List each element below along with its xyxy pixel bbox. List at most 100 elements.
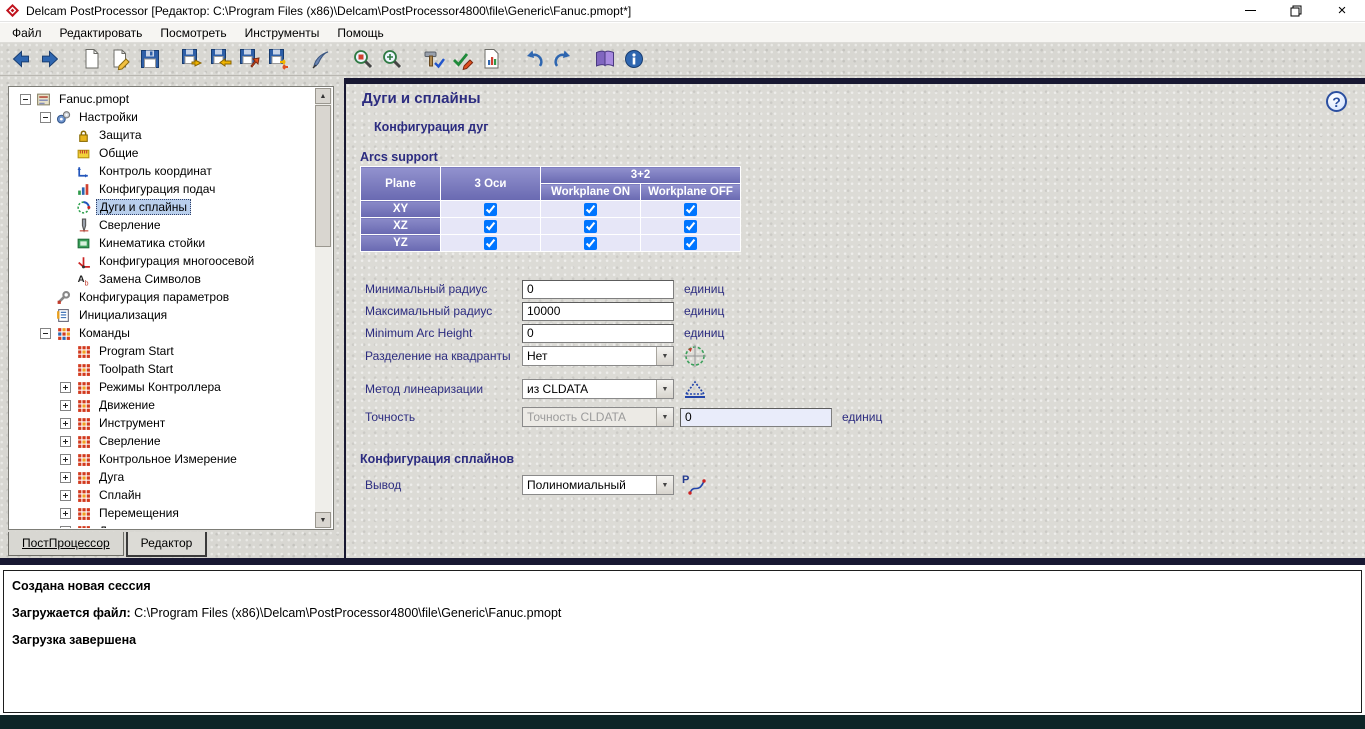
menu-item[interactable]: Помощь (328, 24, 392, 42)
plus-expander[interactable] (60, 525, 71, 528)
tree-item[interactable]: Замена Символов (10, 270, 315, 288)
tools-apply-button[interactable] (419, 46, 448, 73)
minus-expander[interactable] (40, 111, 51, 123)
min-radius-row: Минимальный радиус единиц (365, 279, 724, 299)
tree-item[interactable]: Защита (10, 126, 315, 144)
import-file-button[interactable] (206, 46, 235, 73)
undo-button[interactable] (519, 46, 548, 73)
arc-support-checkbox[interactable] (584, 202, 597, 216)
about-info-button[interactable] (619, 46, 648, 73)
menu-item[interactable]: Файл (3, 24, 51, 42)
check-edit-button[interactable] (448, 46, 477, 73)
document-edit-button[interactable] (106, 46, 135, 73)
min-arc-height-input[interactable] (522, 323, 674, 343)
option-file-icon (36, 92, 51, 107)
linearization-select[interactable]: из CLDATA ▼ (522, 379, 674, 399)
close-button[interactable]: × (1319, 0, 1365, 21)
arc-plane-row: YZ (360, 234, 741, 252)
scroll-up-button[interactable]: ▲ (315, 88, 331, 104)
menu-item[interactable]: Инструменты (236, 24, 329, 42)
tree-item[interactable]: Настройки (10, 108, 315, 126)
redo-button[interactable] (548, 46, 577, 73)
spline-output-select[interactable]: Полиномиальный ▼ (522, 475, 674, 495)
tree-item[interactable]: Другие (10, 522, 315, 528)
tree-item[interactable]: Конфигурация многоосевой (10, 252, 315, 270)
tree-item-label: Fanuc.pmopt (59, 92, 130, 106)
arc-support-checkbox[interactable] (484, 236, 497, 250)
plus-expander[interactable] (60, 471, 71, 483)
preview-large-icon (380, 47, 404, 71)
scrollbar-thumb[interactable] (315, 105, 331, 247)
tree-item[interactable]: Сверление (10, 216, 315, 234)
arc-support-checkbox[interactable] (484, 202, 497, 216)
min-radius-input[interactable] (522, 279, 674, 299)
tree-item[interactable]: Program Start (10, 342, 315, 360)
tab-postprocessor[interactable]: ПостПроцессор (8, 532, 124, 556)
arc-support-checkbox[interactable] (584, 236, 597, 250)
tree-item[interactable]: Команды (10, 324, 315, 342)
minimize-icon (1244, 10, 1256, 11)
tolerance-value-input[interactable] (680, 407, 832, 427)
maximize-button[interactable] (1273, 0, 1319, 21)
arc-support-checkbox[interactable] (484, 219, 497, 233)
minus-expander[interactable] (40, 327, 51, 339)
plus-expander[interactable] (60, 399, 71, 411)
menu-bar: Файл Редактировать Посмотреть Инструменты По… (0, 23, 1365, 43)
tree-item[interactable]: Конфигурация подач (10, 180, 315, 198)
tab-editor[interactable]: Редактор (125, 532, 208, 557)
scroll-down-button[interactable]: ▼ (315, 512, 331, 528)
minus-expander[interactable] (20, 93, 31, 105)
plus-expander[interactable] (60, 507, 71, 519)
plus-expander[interactable] (60, 435, 71, 447)
arc-support-checkbox[interactable] (584, 219, 597, 233)
save-session-button[interactable] (177, 46, 206, 73)
arc-support-checkbox[interactable] (684, 202, 697, 216)
tree-item[interactable]: Дуги и сплайны (10, 198, 315, 216)
tree-item[interactable]: Конфигурация параметров (10, 288, 315, 306)
arc-support-checkbox[interactable] (684, 236, 697, 250)
back-button[interactable] (6, 46, 35, 73)
minimize-button[interactable] (1227, 0, 1273, 21)
tree-item[interactable]: Инициализация (10, 306, 315, 324)
write-file-button[interactable] (306, 46, 335, 73)
plus-expander[interactable] (60, 417, 71, 429)
help-button[interactable]: ? (1326, 91, 1347, 112)
new-document-button[interactable] (77, 46, 106, 73)
tree-item[interactable]: Движение (10, 396, 315, 414)
transfer-file-button[interactable] (264, 46, 293, 73)
preview-large-button[interactable] (377, 46, 406, 73)
arc-support-checkbox[interactable] (684, 219, 697, 233)
tree-item-label: Кинематика стойки (99, 236, 206, 250)
tree-item[interactable]: Сплайн (10, 486, 315, 504)
menu-item[interactable]: Редактировать (51, 24, 152, 42)
quadrant-split-select[interactable]: Нет ▼ (522, 346, 674, 366)
tree-item[interactable]: Toolpath Start (10, 360, 315, 378)
tree-item[interactable]: Контрольное Измерение (10, 450, 315, 468)
tree-item-label: Перемещения (99, 506, 179, 520)
transfer-file-icon (267, 47, 291, 71)
tolerance-source-select[interactable]: Точность CLDATA ▼ (522, 407, 674, 427)
plus-expander[interactable] (60, 381, 71, 393)
preview-small-button[interactable] (348, 46, 377, 73)
max-radius-input[interactable] (522, 301, 674, 321)
tree-item[interactable]: Fanuc.pmopt (10, 90, 315, 108)
plus-expander[interactable] (60, 453, 71, 465)
tree-item[interactable]: Дуга (10, 468, 315, 486)
tree-item[interactable]: Контроль координат (10, 162, 315, 180)
tree-item[interactable]: Общие (10, 144, 315, 162)
save-document-button[interactable] (135, 46, 164, 73)
manual-book-button[interactable] (590, 46, 619, 73)
tree-item[interactable]: Перемещения (10, 504, 315, 522)
forward-button[interactable] (35, 46, 64, 73)
parameters-icon (56, 290, 71, 305)
tree-item-label: Сверление (99, 218, 161, 232)
report-document-button[interactable] (477, 46, 506, 73)
tree-item[interactable]: Инструмент (10, 414, 315, 432)
plus-expander[interactable] (60, 489, 71, 501)
tree-item[interactable]: Режимы Контроллера (10, 378, 315, 396)
tree-item[interactable]: Сверление (10, 432, 315, 450)
tree-item[interactable]: Кинематика стойки (10, 234, 315, 252)
menu-item[interactable]: Посмотреть (151, 24, 235, 42)
export-file-button[interactable] (235, 46, 264, 73)
tree-scrollbar[interactable]: ▲ ▼ (315, 88, 332, 528)
